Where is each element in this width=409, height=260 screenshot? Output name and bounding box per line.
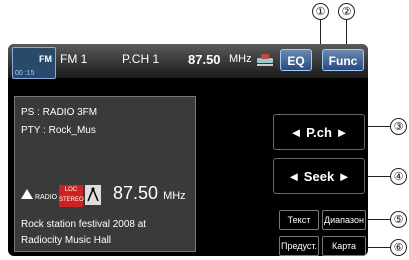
- radio-screen: FM 00 :15 FM 1 P.CH 1 87.50 MHz EQ Func …: [8, 44, 368, 256]
- callout-4: ④: [390, 168, 407, 185]
- signal-icon: [85, 185, 101, 210]
- func-button[interactable]: Func: [322, 49, 364, 71]
- text-button[interactable]: Текст: [279, 210, 319, 230]
- pty-label: PTY : Rock_Mus: [21, 125, 96, 136]
- preset-channel-button[interactable]: ◄ P.ch ►: [273, 114, 365, 150]
- map-button[interactable]: Карта: [322, 236, 366, 256]
- callout-2: ②: [338, 3, 355, 20]
- eq-button[interactable]: EQ: [280, 49, 312, 71]
- source-label: FM: [39, 54, 52, 64]
- station-info-panel: PS : RADIO 3FM PTY : Rock_Mus RADIO LOC …: [14, 96, 196, 252]
- seek-button[interactable]: ◄ Seek ►: [273, 158, 365, 194]
- frequency-large-unit: MHz: [163, 190, 186, 202]
- stereo-label: STEREO: [59, 197, 84, 203]
- preset-channel-label: P.CH 1: [122, 52, 160, 66]
- frequency-unit: MHz: [229, 53, 252, 65]
- callout-3: ③: [390, 118, 407, 135]
- range-button[interactable]: Диапазон: [322, 210, 366, 230]
- source-icon[interactable]: FM 00 :15: [12, 47, 56, 79]
- clock: 00 :15: [15, 70, 35, 77]
- traffic-icon: [256, 49, 274, 70]
- frequency-label: 87.50: [188, 52, 221, 67]
- frequency-large: 87.50 MHz: [113, 183, 186, 204]
- radio-logo-icon: RADIO: [21, 189, 57, 201]
- callout-6: ⑥: [390, 239, 407, 256]
- band-label: FM 1: [60, 52, 88, 66]
- radio-text-line-1: Rock station festival 2008 at: [21, 219, 147, 230]
- callout-1: ①: [312, 3, 329, 20]
- callout-5-leader: [365, 219, 390, 220]
- radio-text-line-2: Radiocity Music Hall: [21, 235, 112, 246]
- radio-logo-text: RADIO: [34, 194, 58, 201]
- frequency-large-value: 87.50: [113, 183, 159, 203]
- ps-label: PS : RADIO 3FM: [21, 107, 98, 118]
- loc-stereo-indicator: LOC STEREO: [59, 185, 84, 207]
- loc-label: LOC: [64, 187, 78, 193]
- callout-5: ⑤: [390, 211, 407, 228]
- preset-button[interactable]: Предуст.: [279, 236, 319, 256]
- top-bar: FM 00 :15 FM 1 P.CH 1 87.50 MHz EQ Func: [8, 44, 368, 79]
- callout-6-leader: [365, 247, 390, 248]
